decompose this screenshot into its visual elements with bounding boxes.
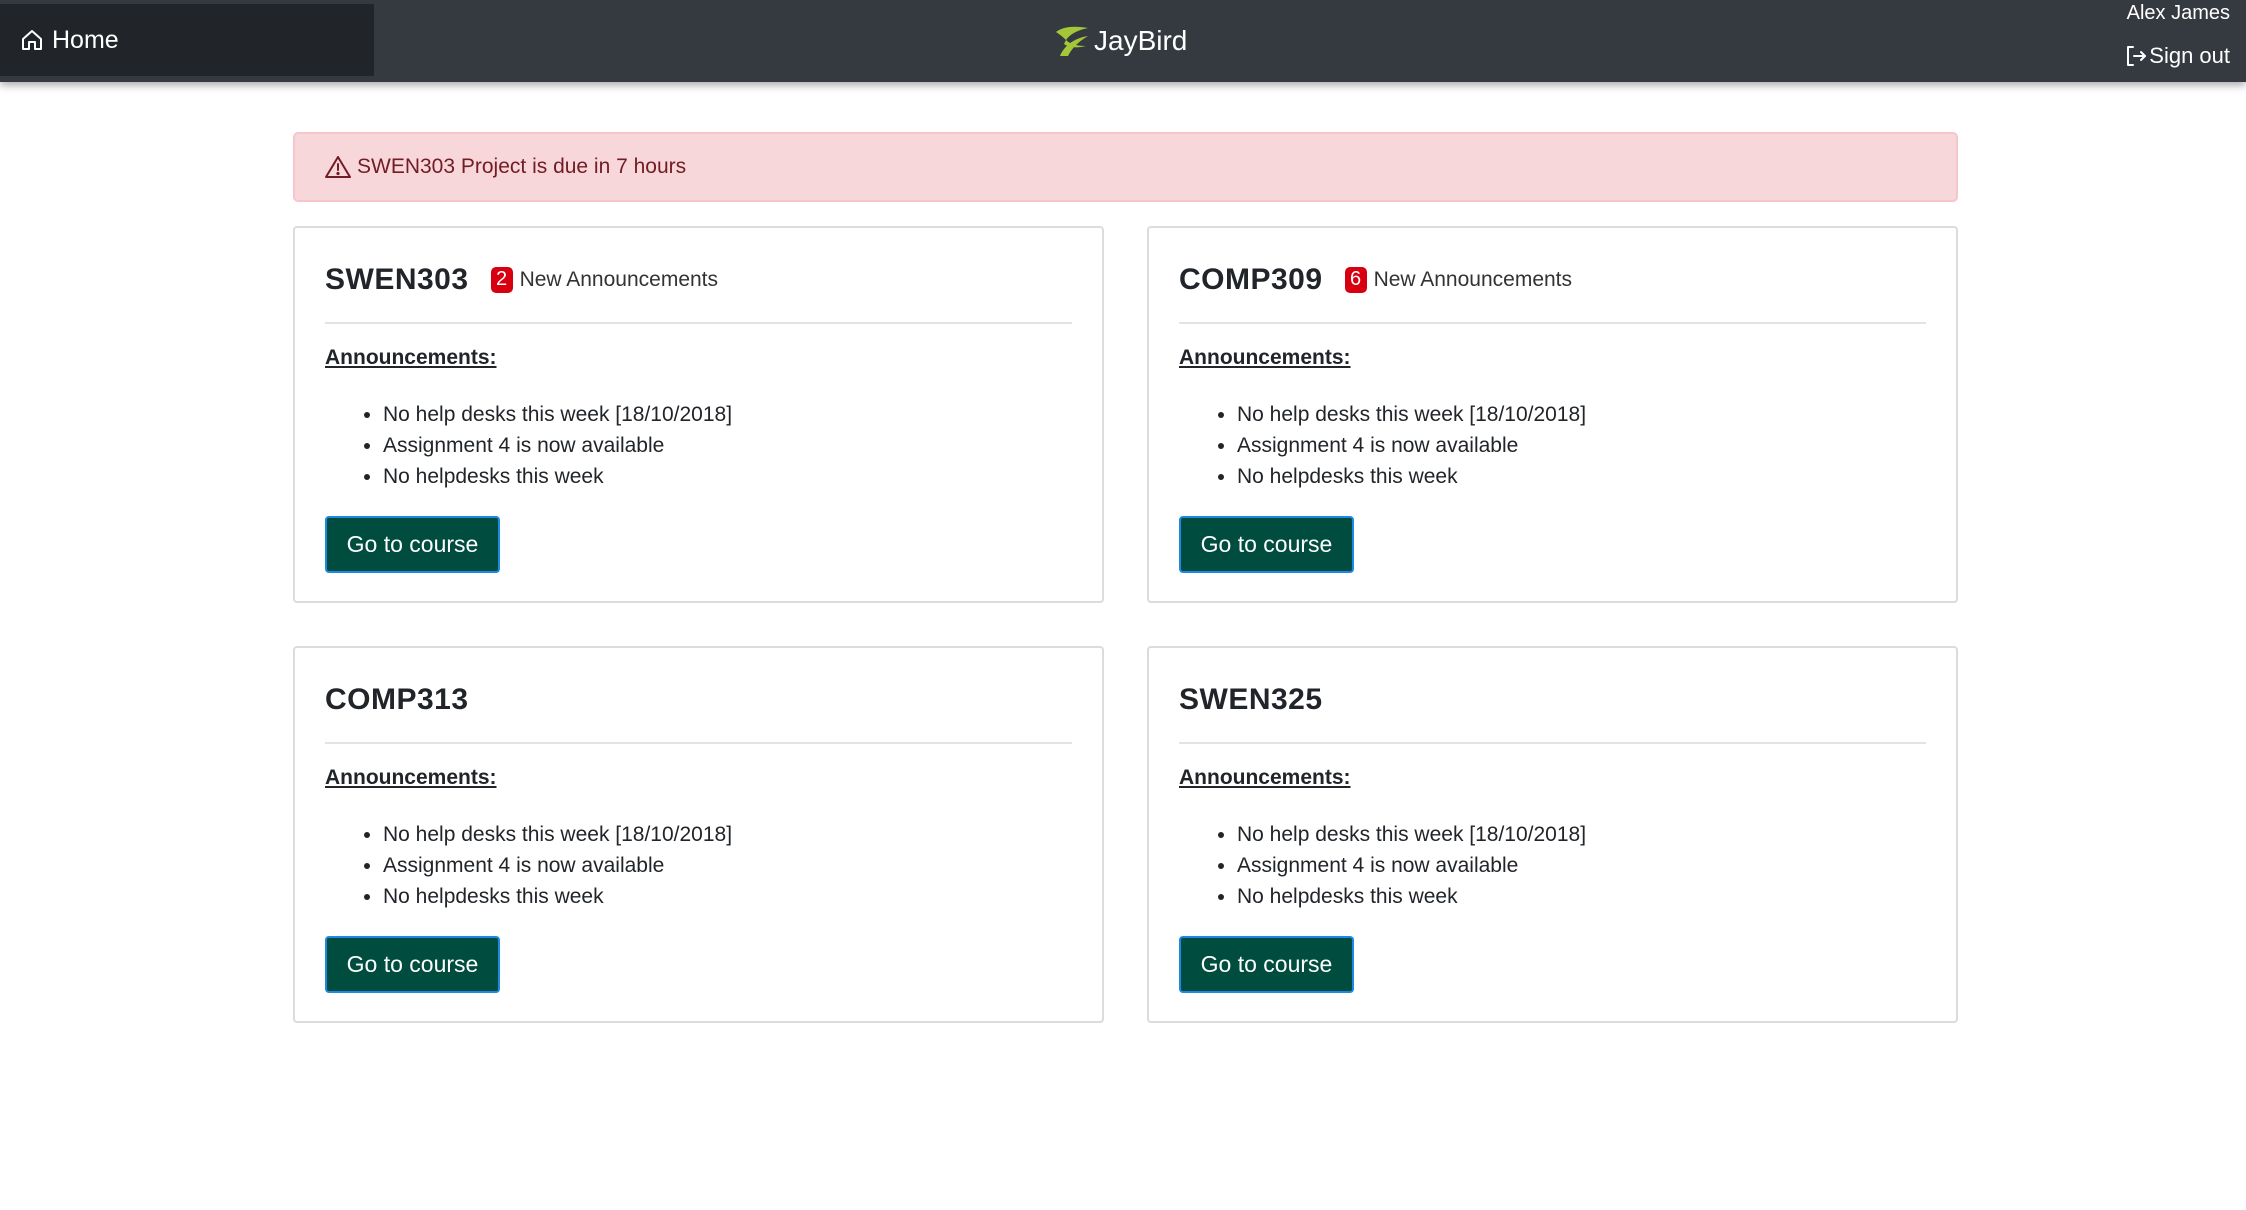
announcements-heading: Announcements: <box>1179 766 1351 789</box>
list-item: No help desks this week [18/10/2018] <box>1237 399 1586 430</box>
list-item: Assignment 4 is now available <box>383 430 732 461</box>
new-count-badge: 6 <box>1344 267 1367 293</box>
list-item: No help desks this week [18/10/2018] <box>1237 819 1586 850</box>
brand-logo: JayBird <box>1052 20 1187 62</box>
sign-out-icon <box>2127 46 2147 66</box>
new-announcements-label: New Announcements <box>519 268 719 291</box>
list-item: Assignment 4 is now available <box>1237 850 1586 881</box>
announcement-list: No help desks this week [18/10/2018] Ass… <box>1237 819 1586 912</box>
warning-icon <box>325 156 351 178</box>
sign-out-button[interactable]: Sign out <box>2124 43 2230 69</box>
course-code: COMP309 <box>1179 263 1323 296</box>
due-alert: SWEN303 Project is due in 7 hours <box>293 132 1958 202</box>
list-item: No helpdesks this week <box>1237 461 1586 492</box>
announcements-heading: Announcements: <box>325 766 497 789</box>
card-header: COMP309 6 New Announcements <box>1179 260 1926 324</box>
course-code: SWEN303 <box>325 263 469 296</box>
go-to-course-button[interactable]: Go to course <box>1179 936 1354 993</box>
card-header: SWEN325 <box>1179 680 1926 744</box>
announcement-list: No help desks this week [18/10/2018] Ass… <box>383 399 732 492</box>
course-card-comp313: COMP313 Announcements: No help desks thi… <box>293 646 1104 1023</box>
go-to-course-button[interactable]: Go to course <box>1179 516 1354 573</box>
course-card-swen303: SWEN303 2 New Announcements Announcement… <box>293 226 1104 603</box>
list-item: No help desks this week [18/10/2018] <box>383 399 732 430</box>
card-header: COMP313 <box>325 680 1072 744</box>
sign-out-label: Sign out <box>2149 43 2230 68</box>
announcements-heading: Announcements: <box>1179 346 1351 369</box>
home-nav-button[interactable]: Home <box>0 4 374 76</box>
announcement-list: No help desks this week [18/10/2018] Ass… <box>383 819 732 912</box>
go-to-course-button[interactable]: Go to course <box>325 516 500 573</box>
alert-text: SWEN303 Project is due in 7 hours <box>357 155 687 178</box>
go-to-course-button[interactable]: Go to course <box>325 936 500 993</box>
list-item: Assignment 4 is now available <box>383 850 732 881</box>
user-name: Alex James <box>2126 2 2230 24</box>
new-announcements-label: New Announcements <box>1373 268 1573 291</box>
brand-name: JayBird <box>1094 25 1188 56</box>
list-item: No helpdesks this week <box>383 881 732 912</box>
home-icon <box>22 30 42 50</box>
home-label: Home <box>52 25 119 54</box>
course-card-swen325: SWEN325 Announcements: No help desks thi… <box>1147 646 1958 1023</box>
list-item: No helpdesks this week <box>383 461 732 492</box>
top-navbar: Home JayBird Alex James Sign out <box>0 0 2246 82</box>
list-item: No help desks this week [18/10/2018] <box>383 819 732 850</box>
new-announcements: 2 New Announcements <box>490 267 719 293</box>
new-count-badge: 2 <box>490 267 513 293</box>
new-announcements: 6 New Announcements <box>1344 267 1573 293</box>
jaybird-logo-icon <box>1056 26 1088 56</box>
announcements-heading: Announcements: <box>325 346 497 369</box>
list-item: Assignment 4 is now available <box>1237 430 1586 461</box>
course-card-comp309: COMP309 6 New Announcements Announcement… <box>1147 226 1958 603</box>
course-code: SWEN325 <box>1179 683 1323 716</box>
card-header: SWEN303 2 New Announcements <box>325 260 1072 324</box>
announcement-list: No help desks this week [18/10/2018] Ass… <box>1237 399 1586 492</box>
course-code: COMP313 <box>325 683 469 716</box>
list-item: No helpdesks this week <box>1237 881 1586 912</box>
